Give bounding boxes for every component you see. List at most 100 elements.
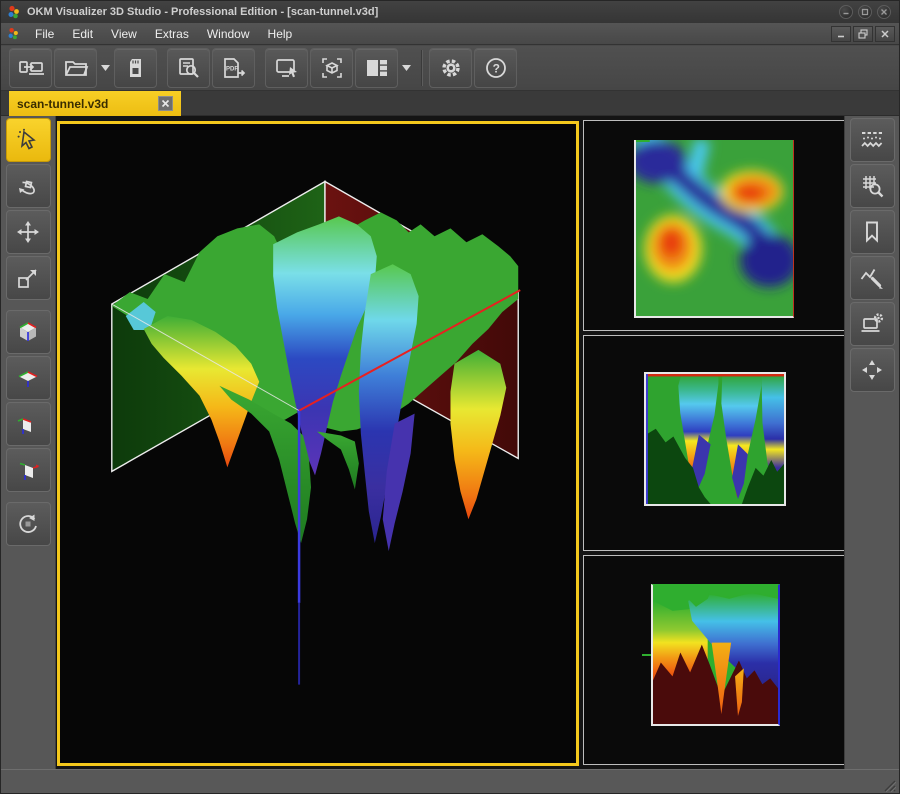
reset-rotation-icon — [15, 511, 41, 537]
side-view-x-image[interactable] — [644, 372, 786, 506]
menu-view[interactable]: View — [102, 25, 146, 43]
layout-panels-icon — [364, 56, 390, 80]
axis-tick-green — [642, 654, 651, 656]
import-data-button[interactable] — [9, 48, 52, 88]
menu-window[interactable]: Window — [198, 25, 259, 43]
document-logo-icon — [7, 27, 20, 40]
side-view-x-icon — [15, 411, 41, 437]
menu-bar: File Edit View Extras Window Help — [1, 23, 899, 45]
export-pdf-button[interactable]: PDF — [212, 48, 255, 88]
help-icon: ? — [484, 56, 508, 80]
grid-zoom-tool-button[interactable] — [850, 164, 895, 208]
side-view-x-render — [646, 374, 784, 504]
status-bar — [1, 769, 899, 794]
side-view-y-panel[interactable] — [583, 555, 846, 765]
chevron-down-icon — [101, 65, 110, 71]
sd-card-icon — [124, 56, 148, 80]
close-icon — [161, 99, 170, 108]
help-button[interactable]: ? — [474, 48, 517, 88]
app-logo-icon — [7, 5, 21, 19]
title-bar[interactable]: OKM Visualizer 3D Studio - Professional … — [1, 1, 899, 23]
view-3d-button[interactable] — [310, 48, 353, 88]
orbit-rotate-icon — [15, 173, 41, 199]
memory-card-button[interactable] — [114, 48, 157, 88]
main-toolbar: PDF — [1, 46, 899, 91]
pdf-export-icon: PDF — [221, 56, 247, 80]
bookmark-tool-button[interactable] — [850, 210, 895, 254]
tab-scan-tunnel[interactable]: scan-tunnel.v3d — [9, 91, 181, 116]
3d-surface-render — [60, 124, 576, 763]
open-file-button[interactable] — [54, 48, 97, 88]
navigate-cross-icon — [859, 357, 885, 383]
navigate-tool-button[interactable] — [850, 348, 895, 392]
view-3d-cube-button[interactable] — [6, 310, 51, 354]
main-3d-view[interactable] — [57, 121, 579, 766]
top-view-heatmap[interactable] — [634, 140, 794, 318]
folder-open-icon — [63, 56, 89, 80]
close-button[interactable] — [877, 5, 891, 19]
svg-text:PDF: PDF — [226, 67, 238, 73]
view-top-button[interactable] — [6, 356, 51, 400]
svg-text:?: ? — [492, 62, 499, 76]
workspace — [1, 116, 899, 769]
select-tool-button[interactable] — [6, 118, 51, 162]
tab-label: scan-tunnel.v3d — [17, 97, 108, 111]
maximize-icon — [861, 8, 869, 16]
laptop-gear-icon — [859, 311, 885, 337]
signal-analysis-tool-button[interactable] — [850, 256, 895, 300]
mdi-close-button[interactable] — [875, 26, 895, 42]
menu-file[interactable]: File — [26, 25, 63, 43]
reset-view-button[interactable] — [6, 502, 51, 546]
tab-close-button[interactable] — [158, 96, 173, 111]
left-tool-rail — [1, 116, 56, 769]
grid-search-icon — [859, 173, 885, 199]
tab-bar: scan-tunnel.v3d — [1, 91, 899, 116]
cube-brackets-icon — [319, 56, 345, 80]
top-view-render — [636, 140, 793, 316]
window-title: OKM Visualizer 3D Studio - Professional … — [27, 6, 378, 18]
toolbar-separator — [421, 50, 423, 86]
pan-tool-button[interactable] — [6, 210, 51, 254]
side-view-x-panel[interactable] — [583, 335, 846, 551]
gear-icon — [439, 56, 463, 80]
open-file-dropdown[interactable] — [99, 48, 112, 88]
minimize-button[interactable] — [839, 5, 853, 19]
resize-tool-button[interactable] — [6, 256, 51, 300]
select-cursor-icon — [15, 127, 41, 153]
mdi-restore-button[interactable] — [853, 26, 873, 42]
resize-icon — [15, 265, 41, 291]
side-view-y-icon — [15, 457, 41, 483]
layout-button[interactable] — [355, 48, 398, 88]
mdi-minimize-button[interactable] — [831, 26, 851, 42]
mdi-minimize-icon — [836, 29, 846, 39]
ground-layers-icon — [859, 127, 885, 153]
view-side-y-button[interactable] — [6, 448, 51, 492]
device-settings-tool-button[interactable] — [850, 302, 895, 346]
print-preview-button[interactable] — [167, 48, 210, 88]
bookmark-icon — [859, 219, 885, 245]
remote-screen-button[interactable] — [265, 48, 308, 88]
top-view-icon — [15, 365, 41, 391]
menu-help[interactable]: Help — [259, 25, 302, 43]
resize-grip[interactable] — [882, 778, 896, 792]
ground-scan-tool-button[interactable] — [850, 118, 895, 162]
mdi-close-icon — [880, 29, 890, 39]
mdi-restore-icon — [858, 29, 869, 39]
cube-3d-icon — [15, 319, 41, 345]
minimize-icon — [842, 8, 850, 16]
layout-dropdown[interactable] — [400, 48, 413, 88]
view-side-x-button[interactable] — [6, 402, 51, 446]
side-view-y-image[interactable] — [651, 584, 780, 726]
menu-edit[interactable]: Edit — [63, 25, 102, 43]
menu-extras[interactable]: Extras — [146, 25, 198, 43]
document-search-icon — [176, 56, 202, 80]
right-tool-rail — [844, 116, 899, 769]
import-icon — [18, 56, 44, 80]
settings-button[interactable] — [429, 48, 472, 88]
pan-arrows-icon — [15, 219, 41, 245]
rotate-3d-tool-button[interactable] — [6, 164, 51, 208]
app-window: OKM Visualizer 3D Studio - Professional … — [0, 0, 900, 794]
maximize-button[interactable] — [858, 5, 872, 19]
top-view-panel[interactable] — [583, 120, 846, 331]
close-icon — [880, 8, 888, 16]
